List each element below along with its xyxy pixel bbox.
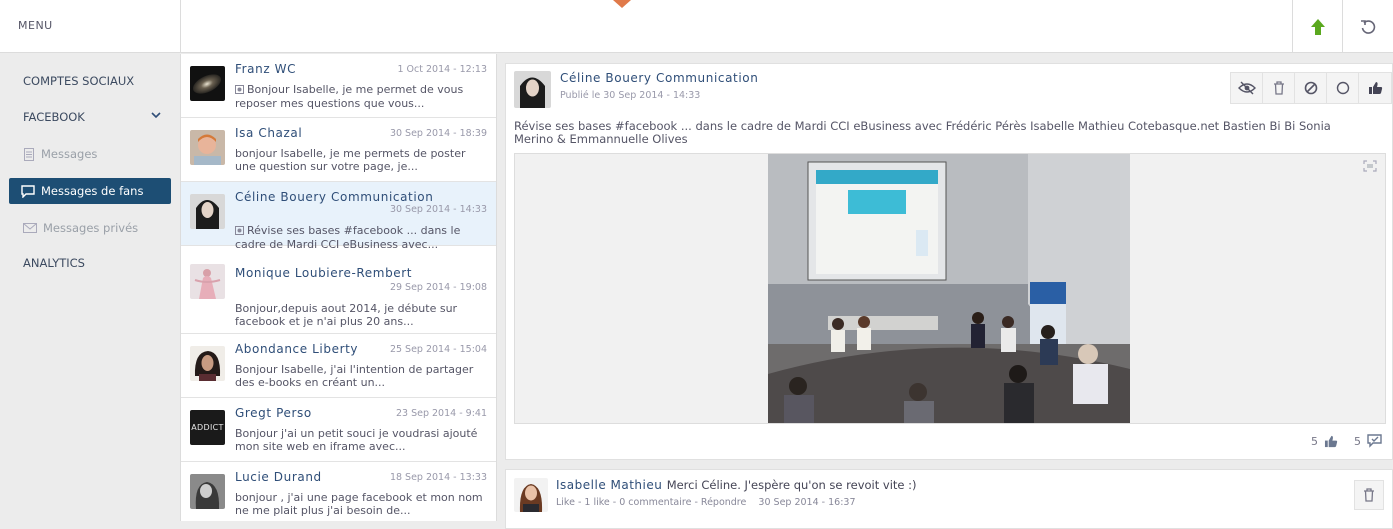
message-date: 29 Sep 2014 - 19:08	[389, 282, 487, 293]
message-date: 18 Sep 2014 - 13:33	[389, 472, 487, 483]
photo-icon	[235, 84, 244, 97]
sidebar-item-label: ANALYTICS	[23, 256, 85, 270]
comment-line: Isabelle Mathieu Merci Céline. J'espère …	[556, 478, 917, 492]
menu-toggle[interactable]: MENU	[0, 0, 181, 53]
delete-button[interactable]	[1263, 73, 1295, 103]
sidebar-item-label: FACEBOOK	[23, 110, 85, 124]
message-snippet: Révise ses bases #facebook ... dans le c…	[235, 224, 461, 251]
sidebar-item-label: Messages	[41, 147, 98, 161]
message-date: 30 Sep 2014 - 18:39	[389, 128, 487, 139]
list-item[interactable]: Abondance Liberty 25 Sep 2014 - 15:04 Bo…	[181, 334, 496, 398]
envelope-icon	[23, 223, 37, 233]
refresh-button[interactable]	[1342, 0, 1392, 53]
thumbs-up-icon	[1368, 82, 1382, 94]
trash-icon	[1273, 81, 1284, 95]
post-actions	[1230, 72, 1392, 104]
message-list: Franz WC 1 Oct 2014 - 12:13 Bonjour Isab…	[181, 54, 497, 521]
comment-card: Isabelle Mathieu Merci Céline. J'espère …	[505, 469, 1393, 529]
sidebar-item-messages-de-fans[interactable]: Messages de fans	[9, 178, 171, 204]
circle-icon	[1336, 81, 1349, 95]
message-snippet: Bonjour j'ai un petit souci je voudrasi …	[235, 427, 478, 453]
trash-icon	[1364, 488, 1374, 502]
sender-name: Monique Loubiere-Rembert	[235, 266, 413, 280]
sidebar-item-messages[interactable]: Messages	[9, 141, 171, 167]
message-date: 23 Sep 2014 - 9:41	[395, 408, 487, 419]
list-item[interactable]: Franz WC 1 Oct 2014 - 12:13 Bonjour Isab…	[181, 54, 496, 118]
post-text: Révise ses bases #facebook ... dans le c…	[514, 119, 1331, 146]
post-card: Céline Bouery Communication Publié le 30…	[505, 63, 1393, 460]
menu-label: MENU	[18, 19, 53, 32]
sidebar: COMPTES SOCIAUX FACEBOOK Messages Messag…	[0, 54, 181, 521]
sender-name: Abondance Liberty	[235, 342, 359, 356]
comment-icon	[1367, 434, 1382, 448]
message-detail: Céline Bouery Communication Publié le 30…	[497, 54, 1393, 529]
avatar: ADDICT	[190, 410, 225, 445]
chevron-down-icon	[151, 112, 161, 119]
post-date: Publié le 30 Sep 2014 - 14:33	[560, 90, 701, 101]
sidebar-item-comptes-sociaux[interactable]: COMPTES SOCIAUX	[9, 68, 171, 94]
comment-text: Merci Céline. J'espère qu'on se revoit v…	[666, 478, 917, 492]
avatar	[514, 71, 551, 108]
thumbs-up-icon	[1324, 435, 1338, 447]
comment-meta: Like - 1 like - 0 commentaire - Répondre…	[556, 497, 856, 508]
chat-bubble-icon	[21, 184, 35, 198]
ban-icon	[1304, 81, 1317, 95]
document-icon	[23, 147, 35, 161]
expand-icon[interactable]	[1363, 160, 1377, 172]
sidebar-item-label: COMPTES SOCIAUX	[23, 74, 135, 88]
sender-name: Lucie Durand	[235, 470, 322, 484]
like-count: 5	[1311, 434, 1318, 448]
sidebar-item-analytics[interactable]: ANALYTICS	[9, 250, 171, 276]
sender-name: Isa Chazal	[235, 126, 303, 140]
sender-name: Céline Bouery Communication	[235, 190, 434, 204]
sidebar-item-label: Messages privés	[43, 221, 139, 235]
avatar	[514, 478, 548, 512]
message-snippet: Bonjour Isabelle, je me permet de vous r…	[235, 83, 464, 110]
top-indicator-arrow	[613, 0, 631, 8]
like-button[interactable]	[1359, 73, 1391, 103]
list-item[interactable]: Isa Chazal 30 Sep 2014 - 18:39 bonjour I…	[181, 118, 496, 182]
photo-icon	[235, 225, 244, 238]
post-photo-frame	[514, 153, 1386, 424]
block-button[interactable]	[1295, 73, 1327, 103]
mark-button[interactable]	[1327, 73, 1359, 103]
hide-button[interactable]	[1231, 73, 1263, 103]
message-date: 25 Sep 2014 - 15:04	[389, 344, 487, 355]
post-photo[interactable]	[768, 154, 1130, 423]
scroll-top-button[interactable]	[1292, 0, 1342, 53]
message-snippet: Bonjour,depuis aout 2014, je débute sur …	[235, 302, 458, 328]
comment-count: 5	[1354, 434, 1361, 448]
message-date: 1 Oct 2014 - 12:13	[397, 64, 487, 75]
message-snippet: Bonjour Isabelle, j'ai l'intention de pa…	[235, 363, 474, 389]
sidebar-item-label: Messages de fans	[41, 184, 144, 198]
avatar	[190, 66, 225, 101]
delete-comment-button[interactable]	[1354, 480, 1384, 510]
avatar	[190, 264, 225, 299]
message-snippet: bonjour , j'ai une page facebook et mon …	[235, 491, 483, 517]
list-item[interactable]: ADDICT Gregt Perso 23 Sep 2014 - 9:41 Bo…	[181, 398, 496, 462]
eye-slash-icon	[1237, 81, 1256, 95]
top-bar: MENU	[0, 0, 1393, 53]
list-item[interactable]: Monique Loubiere-Rembert 29 Sep 2014 - 1…	[181, 258, 496, 334]
avatar	[190, 194, 225, 229]
refresh-icon	[1360, 19, 1375, 34]
comment-author[interactable]: Isabelle Mathieu	[556, 478, 662, 492]
list-item[interactable]: Lucie Durand 18 Sep 2014 - 13:33 bonjour…	[181, 462, 496, 521]
avatar	[190, 346, 225, 381]
sender-name: Gregt Perso	[235, 406, 312, 420]
arrow-up-icon	[1310, 18, 1325, 35]
post-author[interactable]: Céline Bouery Communication	[560, 71, 758, 85]
message-snippet: bonjour Isabelle, je me permets de poste…	[235, 147, 466, 173]
sidebar-item-facebook[interactable]: FACEBOOK	[9, 104, 171, 130]
avatar	[190, 130, 225, 165]
sender-name: Franz WC	[235, 62, 297, 76]
message-date: 30 Sep 2014 - 14:33	[389, 204, 487, 215]
avatar	[190, 474, 225, 509]
post-stats: 5 5	[1311, 434, 1382, 448]
list-item[interactable]: Céline Bouery Communication 30 Sep 2014 …	[181, 182, 496, 251]
sidebar-item-messages-prives[interactable]: Messages privés	[9, 215, 171, 241]
